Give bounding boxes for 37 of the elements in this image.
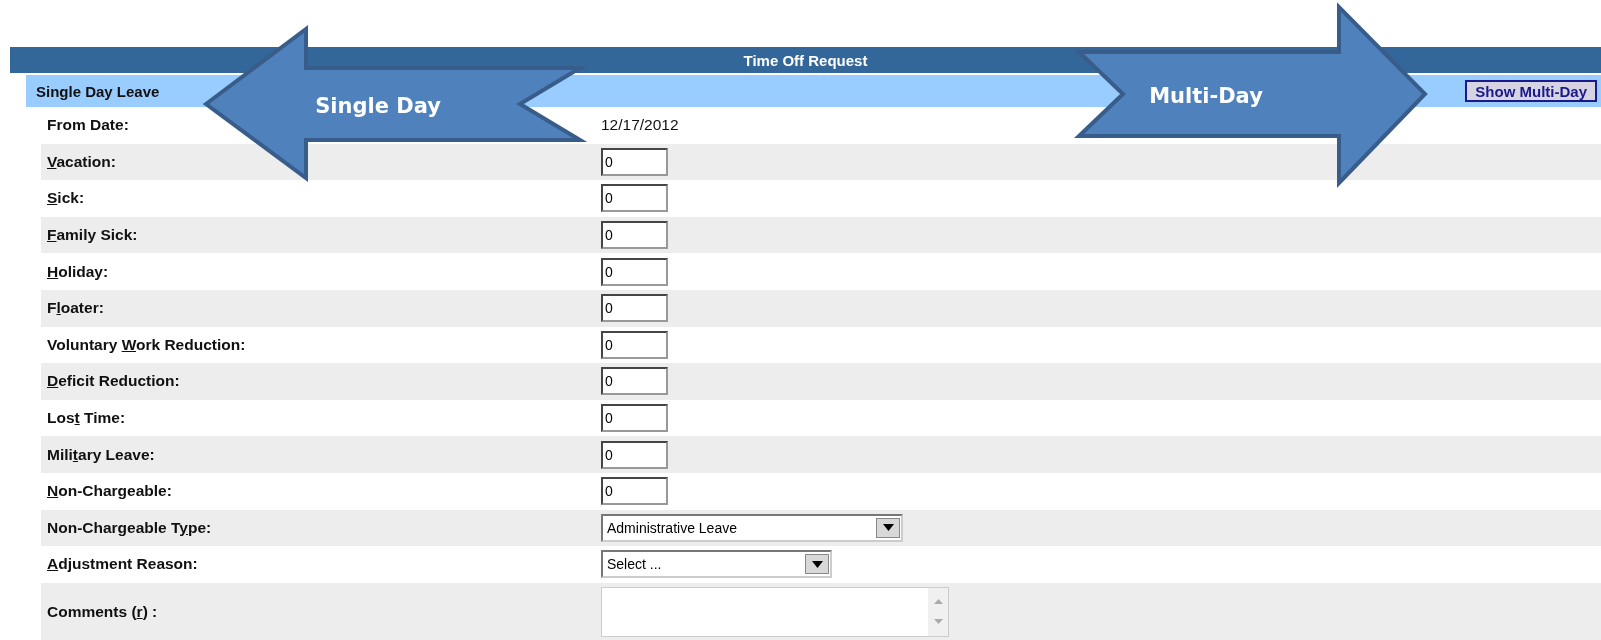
comments-field[interactable]	[601, 586, 949, 637]
dropdown[interactable]: Administrative Leave	[601, 513, 903, 542]
form-title: Time Off Request	[743, 51, 868, 69]
field-label: Vacation:	[46, 152, 117, 171]
field-label: Holiday:	[46, 262, 110, 281]
field-label: Floater:	[46, 299, 105, 318]
date-value: 12/17/2012	[601, 116, 679, 134]
hours-input[interactable]: 0	[601, 147, 668, 176]
field-label: Adjustment Reason:	[46, 555, 199, 574]
field-label: Non-Chargeable:	[46, 482, 173, 501]
scroll-down-icon[interactable]	[933, 619, 943, 625]
hours-input[interactable]: 0	[601, 257, 668, 286]
field-label: Family Sick:	[46, 226, 139, 245]
dropdown[interactable]: Select ...	[601, 550, 832, 579]
section-title: Single Day Leave	[36, 82, 160, 100]
callout-label: Multi-Day	[1149, 84, 1263, 108]
hours-input[interactable]: 0	[601, 221, 668, 250]
hours-input[interactable]: 0	[601, 330, 668, 359]
field-label: From Date:	[46, 116, 130, 135]
scroll-up-icon[interactable]	[933, 599, 943, 605]
hours-input[interactable]: 0	[601, 367, 668, 396]
callout-label: Single Day	[315, 94, 441, 118]
hours-input[interactable]: 0	[601, 184, 668, 213]
hours-input[interactable]: 0	[601, 404, 668, 433]
hours-input[interactable]: 0	[601, 477, 668, 506]
show-multi-day-button[interactable]: Show Multi-Day	[1465, 80, 1597, 102]
field-label: Military Leave:	[46, 445, 156, 464]
hours-input[interactable]: 0	[601, 440, 668, 469]
field-label: Voluntary Work Reduction:	[46, 335, 247, 354]
caret-icon	[876, 517, 900, 538]
field-label: Lost Time:	[46, 409, 127, 428]
field-label: Sick:	[46, 189, 86, 208]
field-label: Deficit Reduction:	[46, 372, 181, 391]
caret-icon	[805, 554, 829, 575]
field-label: Comments (r) :	[46, 602, 159, 621]
field-label: Non-Chargeable Type:	[46, 518, 213, 537]
hours-input[interactable]: 0	[601, 294, 668, 323]
